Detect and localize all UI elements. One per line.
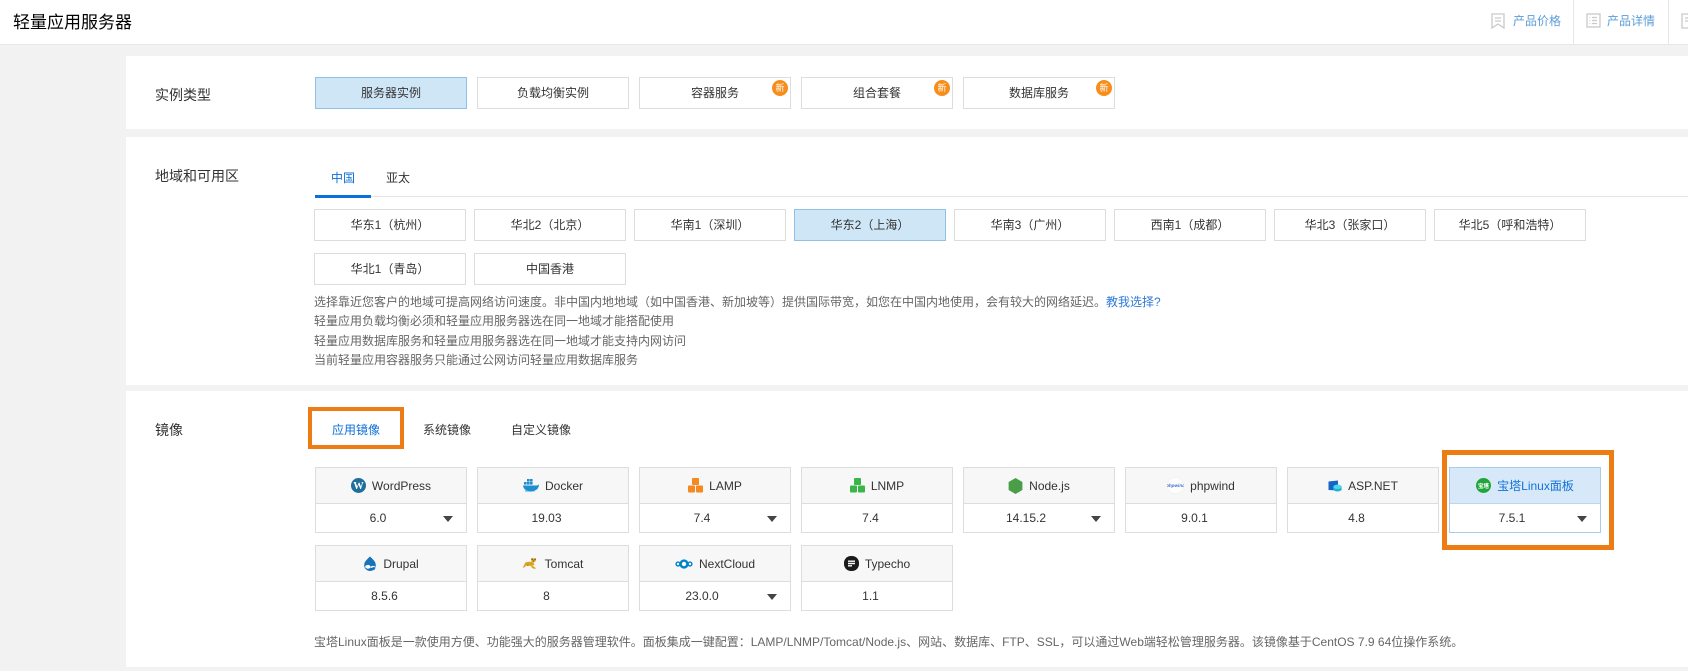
svg-text:W: W xyxy=(353,481,364,492)
svg-text:docker: docker xyxy=(525,489,536,493)
svg-text:phpwind: phpwind xyxy=(1167,483,1184,488)
